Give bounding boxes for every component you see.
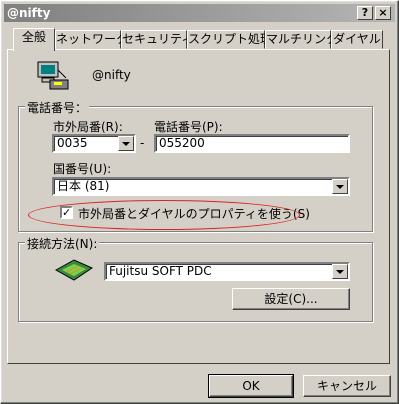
highlight-ellipse [28, 200, 300, 230]
chevron-down-icon[interactable] [332, 179, 348, 194]
phone-group-label: 電話番号： [25, 99, 90, 116]
tab-multilink[interactable]: マルチリンク [265, 30, 338, 49]
tab-strip: 全般 ネットワーク セキュリティ スクリプト処理 マルチリンク ダイヤル [7, 28, 395, 51]
title-bar[interactable]: @nifty ? × [4, 4, 395, 22]
configure-button[interactable]: 設定(C)... [232, 288, 350, 310]
chevron-down-icon[interactable] [332, 264, 348, 279]
ok-button[interactable]: OK [208, 374, 294, 398]
phone-number-input[interactable]: 055200 [154, 134, 350, 153]
tab-scripting[interactable]: スクリプト処理 [187, 30, 272, 49]
close-button[interactable]: × [375, 6, 391, 20]
general-tab-panel: @nifty 電話番号： 市外局番(R): 0035 - 電話番号(P): 05… [7, 49, 390, 364]
connect-using-label: 接続方法(N): [25, 235, 100, 252]
tab-security[interactable]: セキュリティ [121, 30, 193, 49]
modem-device-icon [54, 259, 94, 281]
tab-network[interactable]: ネットワーク [55, 30, 128, 49]
dash-separator: - [140, 136, 145, 150]
tab-general[interactable]: 全般 [13, 28, 55, 51]
phone-number-label: 電話番号(P): [154, 120, 223, 134]
country-code-combo[interactable]: 日本 (81) [52, 177, 350, 196]
network-connection-icon [37, 61, 69, 90]
country-code-value: 日本 (81) [57, 179, 110, 193]
device-combo[interactable]: Fujitsu SOFT PDC [104, 262, 350, 281]
connect-using-group: 接続方法(N): [18, 235, 373, 322]
properties-dialog: @nifty ? × 全般 ネットワーク セキュリティ スクリプト処理 マルチリ… [0, 0, 399, 404]
country-code-label: 国番号(U): [53, 162, 112, 176]
connection-name: @nifty [92, 68, 131, 82]
chevron-down-icon[interactable] [118, 136, 134, 151]
device-value: Fujitsu SOFT PDC [109, 264, 212, 278]
help-button[interactable]: ? [357, 6, 373, 20]
cancel-button[interactable]: キャンセル [303, 375, 391, 397]
tab-dialing[interactable]: ダイヤル [331, 30, 383, 49]
area-code-label: 市外局番(R): [53, 120, 123, 134]
area-code-combo[interactable]: 0035 [52, 134, 136, 153]
area-code-value: 0035 [57, 136, 88, 150]
window-title: @nifty [7, 6, 51, 20]
